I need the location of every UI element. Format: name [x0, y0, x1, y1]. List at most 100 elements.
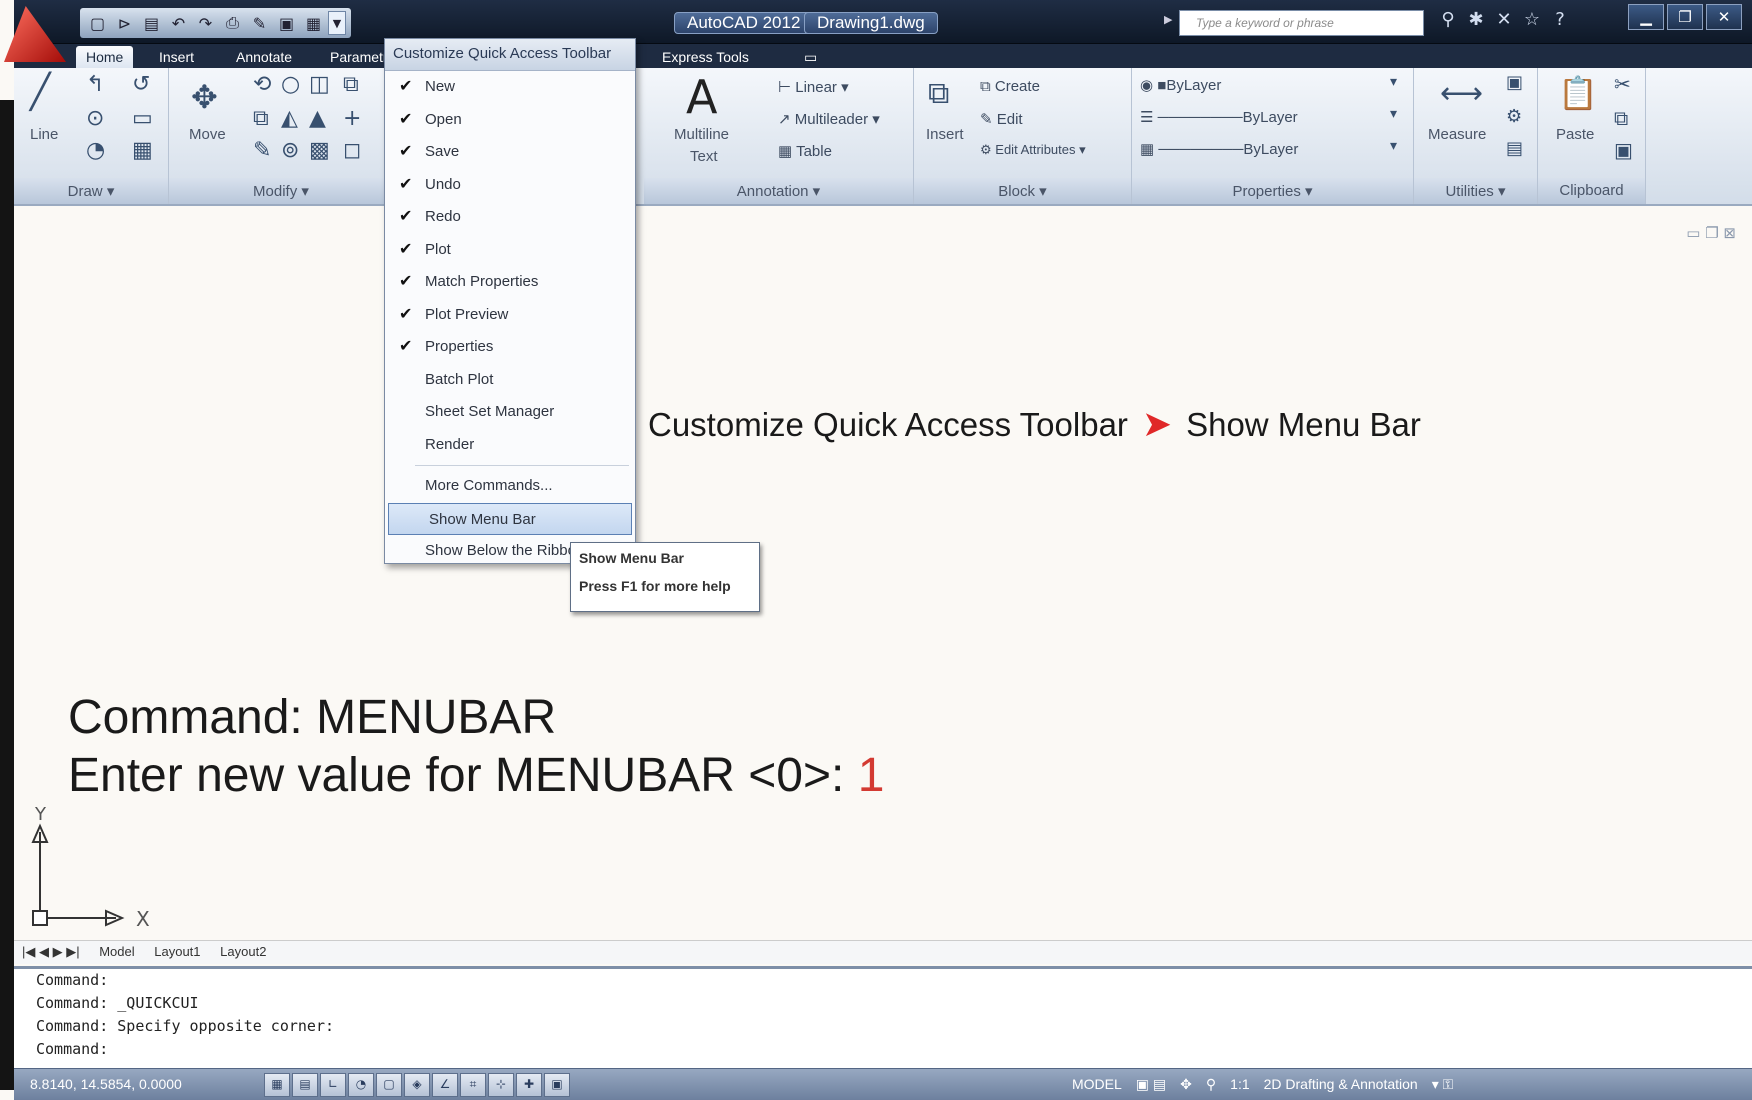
create-block[interactable]: ⧉ Create	[980, 78, 1040, 95]
tab-layout2[interactable]: Layout2	[212, 941, 274, 962]
search-input[interactable]: Type a keyword or phrase	[1179, 10, 1424, 36]
move-icon[interactable]: ✥	[191, 78, 218, 116]
annotation-panel-title[interactable]: Annotation ▾	[644, 178, 913, 204]
rotate-icon[interactable]: ⟲	[253, 72, 271, 97]
tab-insert[interactable]: Insert	[149, 46, 204, 68]
menu-item-match-properties[interactable]: ✔ Match Properties	[385, 266, 635, 299]
search-arrow-icon[interactable]: ▶	[1164, 13, 1172, 26]
linear-dimension[interactable]: ⊢ Linear ▾	[778, 78, 849, 96]
menu-item-open[interactable]: ✔ Open	[385, 104, 635, 137]
3dosnap-icon[interactable]: ◈	[404, 1073, 430, 1097]
id-point-icon[interactable]: ⚙	[1506, 106, 1522, 127]
annotation-scale[interactable]: 1:1	[1230, 1076, 1249, 1093]
coordinates-readout[interactable]: 8.8140, 14.5854, 0.0000	[30, 1076, 182, 1092]
menu-item-show-menu-bar[interactable]: Show Menu Bar	[388, 502, 632, 535]
menu-item-undo[interactable]: ✔ Undo	[385, 169, 635, 202]
tab-home[interactable]: Home	[76, 46, 134, 68]
stretch-icon[interactable]: ▲	[309, 106, 326, 131]
copy-clip-icon[interactable]: ⧉	[1614, 106, 1628, 130]
menu-item-render[interactable]: Render	[385, 429, 635, 462]
quick-select-icon[interactable]: ▣	[1506, 72, 1523, 93]
multiline-text-icon[interactable]: A	[686, 70, 717, 124]
color-selector[interactable]: ◉ ■ByLayer	[1140, 76, 1221, 94]
tab-model[interactable]: Model	[91, 941, 142, 962]
menu-item-new[interactable]: ✔ New	[385, 71, 635, 104]
otrack-icon[interactable]: ∠	[432, 1073, 458, 1097]
pan-icon[interactable]: ✥	[1180, 1076, 1192, 1093]
tab-annotate[interactable]: Annotate	[226, 46, 302, 68]
extend-icon[interactable]: +	[343, 106, 361, 131]
menu-item-redo[interactable]: ✔ Redo	[385, 201, 635, 234]
edit-block[interactable]: ✎ Edit	[980, 110, 1023, 128]
minimize-icon[interactable]: ▁	[1628, 4, 1664, 30]
undo-icon[interactable]: ↶	[166, 11, 191, 35]
rectangle-icon[interactable]: ▭	[132, 106, 153, 131]
multileader[interactable]: ↗ Multileader ▾	[778, 110, 880, 128]
tab-parametric[interactable]: Parametric	[320, 46, 392, 68]
tab-express-tools[interactable]: Express Tools	[652, 46, 759, 68]
trim-icon[interactable]: ○	[281, 72, 300, 97]
plot-icon[interactable]: ⎙	[220, 11, 245, 35]
dyn-icon[interactable]: ⊹	[488, 1073, 514, 1097]
table[interactable]: ▦ Table	[778, 142, 832, 160]
arc-icon[interactable]: ◔	[86, 138, 105, 163]
subscription-icon[interactable]: ✱	[1462, 9, 1490, 35]
draw-panel-title[interactable]: Draw ▾	[14, 178, 168, 204]
measure-icon[interactable]: ⟷	[1440, 76, 1483, 111]
menu-item-properties[interactable]: ✔ Properties	[385, 331, 635, 364]
match-properties-icon[interactable]: ✎	[247, 11, 272, 35]
linetype-dropdown-icon[interactable]: ▾	[1390, 106, 1397, 122]
match-clip-icon[interactable]: ▣	[1614, 138, 1633, 162]
lock-icon[interactable]: ▾ ⚿	[1432, 1076, 1454, 1093]
save-icon[interactable]: ▤	[139, 11, 164, 35]
polyline-icon[interactable]: ↰	[86, 72, 104, 97]
ribbon-toggle-icon[interactable]: ▭	[794, 46, 827, 68]
binoculars-icon[interactable]: ⚲	[1434, 9, 1462, 35]
properties-icon[interactable]: ▦	[301, 11, 326, 35]
command-window[interactable]: Command: Command: _QUICKCUI Command: Spe…	[14, 966, 1752, 1068]
open-icon[interactable]: ⊳	[112, 11, 137, 35]
hatch-icon[interactable]: ▦	[132, 138, 153, 163]
edit-attributes[interactable]: ⚙ Edit Attributes ▾	[980, 142, 1086, 158]
viewport-controls[interactable]: ▭ ❐ ⊠	[1686, 224, 1736, 242]
menu-item-plot-preview[interactable]: ✔ Plot Preview	[385, 299, 635, 332]
menu-item-batch-plot[interactable]: Batch Plot	[385, 364, 635, 397]
help-icon[interactable]: ?	[1546, 9, 1574, 35]
redo-icon[interactable]: ↷	[193, 11, 218, 35]
restore-icon[interactable]: ❐	[1667, 4, 1703, 30]
cut-icon[interactable]: ✂	[1614, 72, 1631, 96]
block-panel-title[interactable]: Block ▾	[914, 178, 1131, 204]
quick-view-icon[interactable]: ▣ ▤	[1136, 1076, 1166, 1093]
snap-icon[interactable]: ▦	[264, 1073, 290, 1097]
utilities-panel-title[interactable]: Utilities ▾	[1414, 178, 1537, 204]
zoom-icon[interactable]: ⚲	[1206, 1076, 1216, 1093]
new-icon[interactable]: ▢	[85, 11, 110, 35]
line-tool-icon[interactable]: ╱	[30, 72, 50, 112]
clipboard-panel-title[interactable]: Clipboard	[1538, 178, 1645, 204]
command-prompt[interactable]: Command:	[14, 1038, 1752, 1061]
linetype-selector[interactable]: ☰ ────────ByLayer	[1140, 108, 1298, 126]
lineweight-selector[interactable]: ▦ ────────ByLayer	[1140, 140, 1298, 158]
favorites-icon[interactable]: ☆	[1518, 9, 1546, 35]
lineweight-dropdown-icon[interactable]: ▾	[1390, 138, 1397, 154]
layout-nav-icon[interactable]: |◀ ◀ ▶ ▶|	[14, 941, 88, 963]
workspace-switch[interactable]: 2D Drafting & Annotation	[1264, 1076, 1418, 1093]
menu-item-sheet-set-manager[interactable]: Sheet Set Manager	[385, 396, 635, 429]
array-icon[interactable]: ⧉	[343, 72, 359, 97]
model-space-button[interactable]: MODEL	[1072, 1076, 1122, 1093]
drawing-area[interactable]: ▭ ❐ ⊠	[14, 206, 1752, 936]
communication-icon[interactable]: ✕	[1490, 9, 1518, 35]
color-dropdown-icon[interactable]: ▾	[1390, 74, 1397, 90]
osnap-icon[interactable]: ▢	[376, 1073, 402, 1097]
insert-block-icon[interactable]: ⧉	[928, 76, 949, 111]
scale-icon[interactable]: ⊚	[281, 138, 299, 163]
calculator-icon[interactable]: ▤	[1506, 138, 1523, 159]
modify-panel-title[interactable]: Modify ▾	[169, 178, 393, 204]
fillet-icon[interactable]: ◭	[281, 106, 298, 131]
circle-icon[interactable]: ⊙	[86, 106, 104, 131]
lwt-icon[interactable]: ✚	[516, 1073, 542, 1097]
polar-icon[interactable]: ◔	[348, 1073, 374, 1097]
ducs-icon[interactable]: ⌗	[460, 1073, 486, 1097]
ortho-icon[interactable]: ∟	[320, 1073, 346, 1097]
qat-dropdown-icon[interactable]: ▼	[328, 11, 346, 35]
